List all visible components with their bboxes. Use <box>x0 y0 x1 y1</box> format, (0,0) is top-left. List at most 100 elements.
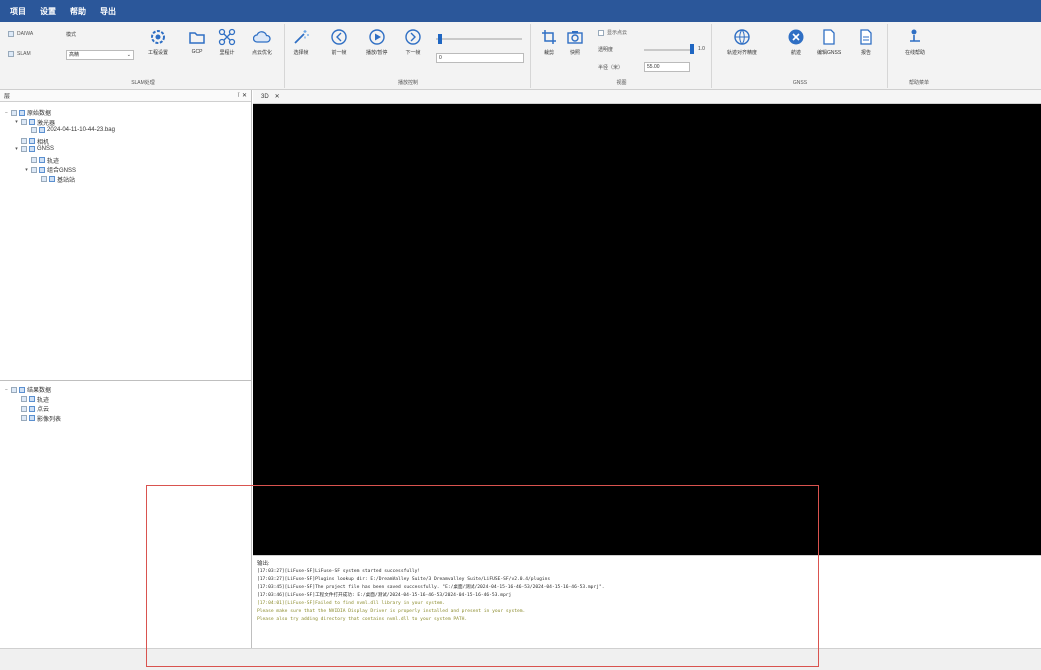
mode-select[interactable]: 高精 ⌄ <box>66 50 134 60</box>
tree-toggle-icon[interactable]: ▾ <box>24 167 29 173</box>
menu-item-project[interactable]: 项目 <box>10 6 26 17</box>
next-frame-button[interactable]: 下一帧 <box>404 28 422 56</box>
output-line: Please make sure that the NVIDIA Display… <box>257 609 526 614</box>
tree-item[interactable]: ▾ GNSS <box>14 146 54 152</box>
transparency-slider[interactable] <box>644 49 694 51</box>
frame-slider-thumb[interactable] <box>438 34 442 44</box>
project-settings-button[interactable]: 工程设置 <box>148 28 168 56</box>
select-frame-button[interactable]: 选择帧 <box>292 28 310 56</box>
tree-checkbox[interactable] <box>11 109 17 116</box>
output-line: [17:03:27][LiFuse-SF]Plugins lookup dir:… <box>257 577 551 582</box>
cloud-optimize-button[interactable]: 点云优化 <box>252 28 272 56</box>
tree-item[interactable]: ▾ 组合GNSS <box>24 165 76 174</box>
globe-icon <box>734 29 750 45</box>
tree-item[interactable]: 基站站 <box>34 175 75 184</box>
play-pause-button[interactable]: 播放/暂停 <box>366 28 387 56</box>
tree-checkbox[interactable] <box>11 386 17 393</box>
output-line: Please also try adding directory that co… <box>257 617 468 622</box>
tree-checkbox[interactable] <box>21 146 27 152</box>
slam-group: DAIWA SLAM 模式 高精 ⌄ 工程设置 GCP 里程计 点云优化 SLAM… <box>2 24 285 88</box>
layer-icon <box>29 119 35 125</box>
transparency-slider-thumb[interactable] <box>690 44 694 54</box>
view-tab-bar: 3D ✕ <box>253 90 1041 104</box>
edit-gnss-button[interactable]: 编辑GNSS <box>817 28 841 56</box>
tree-item[interactable]: 点云 <box>14 404 49 413</box>
tree-item-label: 影像列表 <box>37 416 62 423</box>
daiwa-checkbox[interactable]: DAIWA <box>8 31 33 37</box>
tree-toggle-icon[interactable]: ▾ <box>14 119 19 125</box>
tree-checkbox[interactable] <box>31 157 37 163</box>
layers-panel: 层 ⊺ ✕ − 原始数据 ▾ 激光器 2024-04-11-10-44-23.bag 相机… <box>0 90 252 380</box>
transparency-label: 透明度 <box>598 47 614 53</box>
layer-icon <box>29 396 35 402</box>
show-pointcloud-checkbox[interactable]: 显示点云 <box>598 29 627 36</box>
output-line: [17:03:46][LiFuse-SF]工程文件打开成功: E:/桌面/测试/… <box>257 593 512 598</box>
tree-item-label: 原始数据 <box>27 111 52 117</box>
tree-item[interactable]: 影像列表 <box>14 414 61 423</box>
tree-item[interactable]: 2024-04-11-10-44-23.bag <box>24 127 115 133</box>
pin-icon[interactable]: ⊺ <box>237 93 240 99</box>
online-help-button[interactable]: 在线帮助 <box>905 28 925 56</box>
layers-panel-header: 层 ⊺ ✕ <box>0 90 251 102</box>
tree-item[interactable]: 轨迹 <box>14 395 49 404</box>
tree-toggle-icon[interactable]: − <box>4 110 9 116</box>
tree-toggle-icon[interactable]: − <box>4 387 9 393</box>
close-icon[interactable]: ✕ <box>242 93 247 99</box>
help-group: 在线帮助 帮助菜单 <box>889 24 949 88</box>
odometry-button[interactable]: 里程计 <box>218 28 236 56</box>
tree-item[interactable]: − 原始数据 <box>4 108 51 117</box>
tree-toggle-icon[interactable]: ▾ <box>14 146 19 152</box>
network-icon <box>218 28 236 46</box>
tree-checkbox[interactable] <box>21 119 27 125</box>
menu-item-settings[interactable]: 设置 <box>40 6 56 17</box>
frame-input[interactable]: 0 <box>436 53 524 63</box>
menu-item-export[interactable]: 导出 <box>100 6 116 17</box>
pointsize-label: 半径（米） <box>598 65 624 71</box>
tab-3d[interactable]: 3D <box>261 94 269 100</box>
tree-checkbox[interactable] <box>21 415 27 421</box>
layers-panel-title: 层 <box>4 94 11 100</box>
transparency-value: 1.0 <box>698 46 705 52</box>
tree-checkbox[interactable] <box>21 405 27 412</box>
close-circle-icon <box>788 29 804 45</box>
layer-icon <box>29 146 35 152</box>
tree-item-label: 轨迹 <box>37 397 50 404</box>
tree-item-label: GNSS <box>37 146 55 152</box>
trajectory-accuracy-button[interactable]: 轨迹对齐精度 <box>727 28 757 56</box>
layer-icon <box>19 109 25 116</box>
ribbon-toolbar: DAIWA SLAM 模式 高精 ⌄ 工程设置 GCP 里程计 点云优化 SLAM… <box>0 22 1041 90</box>
output-line: [17:04:01][LiFuse-SF]Failed to find nvml… <box>257 601 446 606</box>
tree-item[interactable]: 相机 <box>14 137 49 146</box>
output-title: 输出: <box>257 561 270 567</box>
tree-item[interactable]: ▾ 激光器 <box>14 118 55 127</box>
3d-viewport[interactable] <box>253 104 1041 555</box>
tab-close-icon[interactable]: ✕ <box>275 93 280 100</box>
tree-checkbox[interactable] <box>41 176 47 182</box>
tree-checkbox[interactable] <box>21 138 27 144</box>
gcp-button[interactable]: GCP <box>188 28 206 55</box>
status-bar <box>0 648 1041 670</box>
playback-group-label: 播放控制 <box>397 80 418 86</box>
next-icon <box>405 29 421 45</box>
slam-checkbox[interactable]: SLAM <box>8 51 31 57</box>
document-icon <box>823 29 835 45</box>
crop-button[interactable]: 裁剪 <box>540 28 558 56</box>
panel-controls[interactable]: ⊺ ✕ <box>237 92 247 99</box>
tree-item-label: 结果数据 <box>27 388 52 394</box>
frame-slider[interactable] <box>436 38 522 40</box>
report-button[interactable]: 报告 <box>857 28 875 56</box>
tree-checkbox[interactable] <box>31 127 37 133</box>
tree-item[interactable]: − 结果数据 <box>4 385 51 394</box>
cloud-icon <box>253 31 271 43</box>
tree-checkbox[interactable] <box>31 166 37 173</box>
tree-checkbox[interactable] <box>21 396 27 402</box>
tree-item-label: 组合GNSS <box>47 168 77 174</box>
menu-item-help[interactable]: 帮助 <box>70 6 86 17</box>
layer-icon <box>39 127 45 133</box>
previous-frame-button[interactable]: 前一帧 <box>330 28 348 56</box>
snapshot-button[interactable]: 快照 <box>566 28 584 56</box>
tree-item-label: 激光器 <box>37 120 56 127</box>
track-button[interactable]: 航迹 <box>787 28 805 56</box>
tree-item[interactable]: 轨迹 <box>24 156 59 165</box>
pointsize-input[interactable]: 55.00 <box>644 62 690 72</box>
